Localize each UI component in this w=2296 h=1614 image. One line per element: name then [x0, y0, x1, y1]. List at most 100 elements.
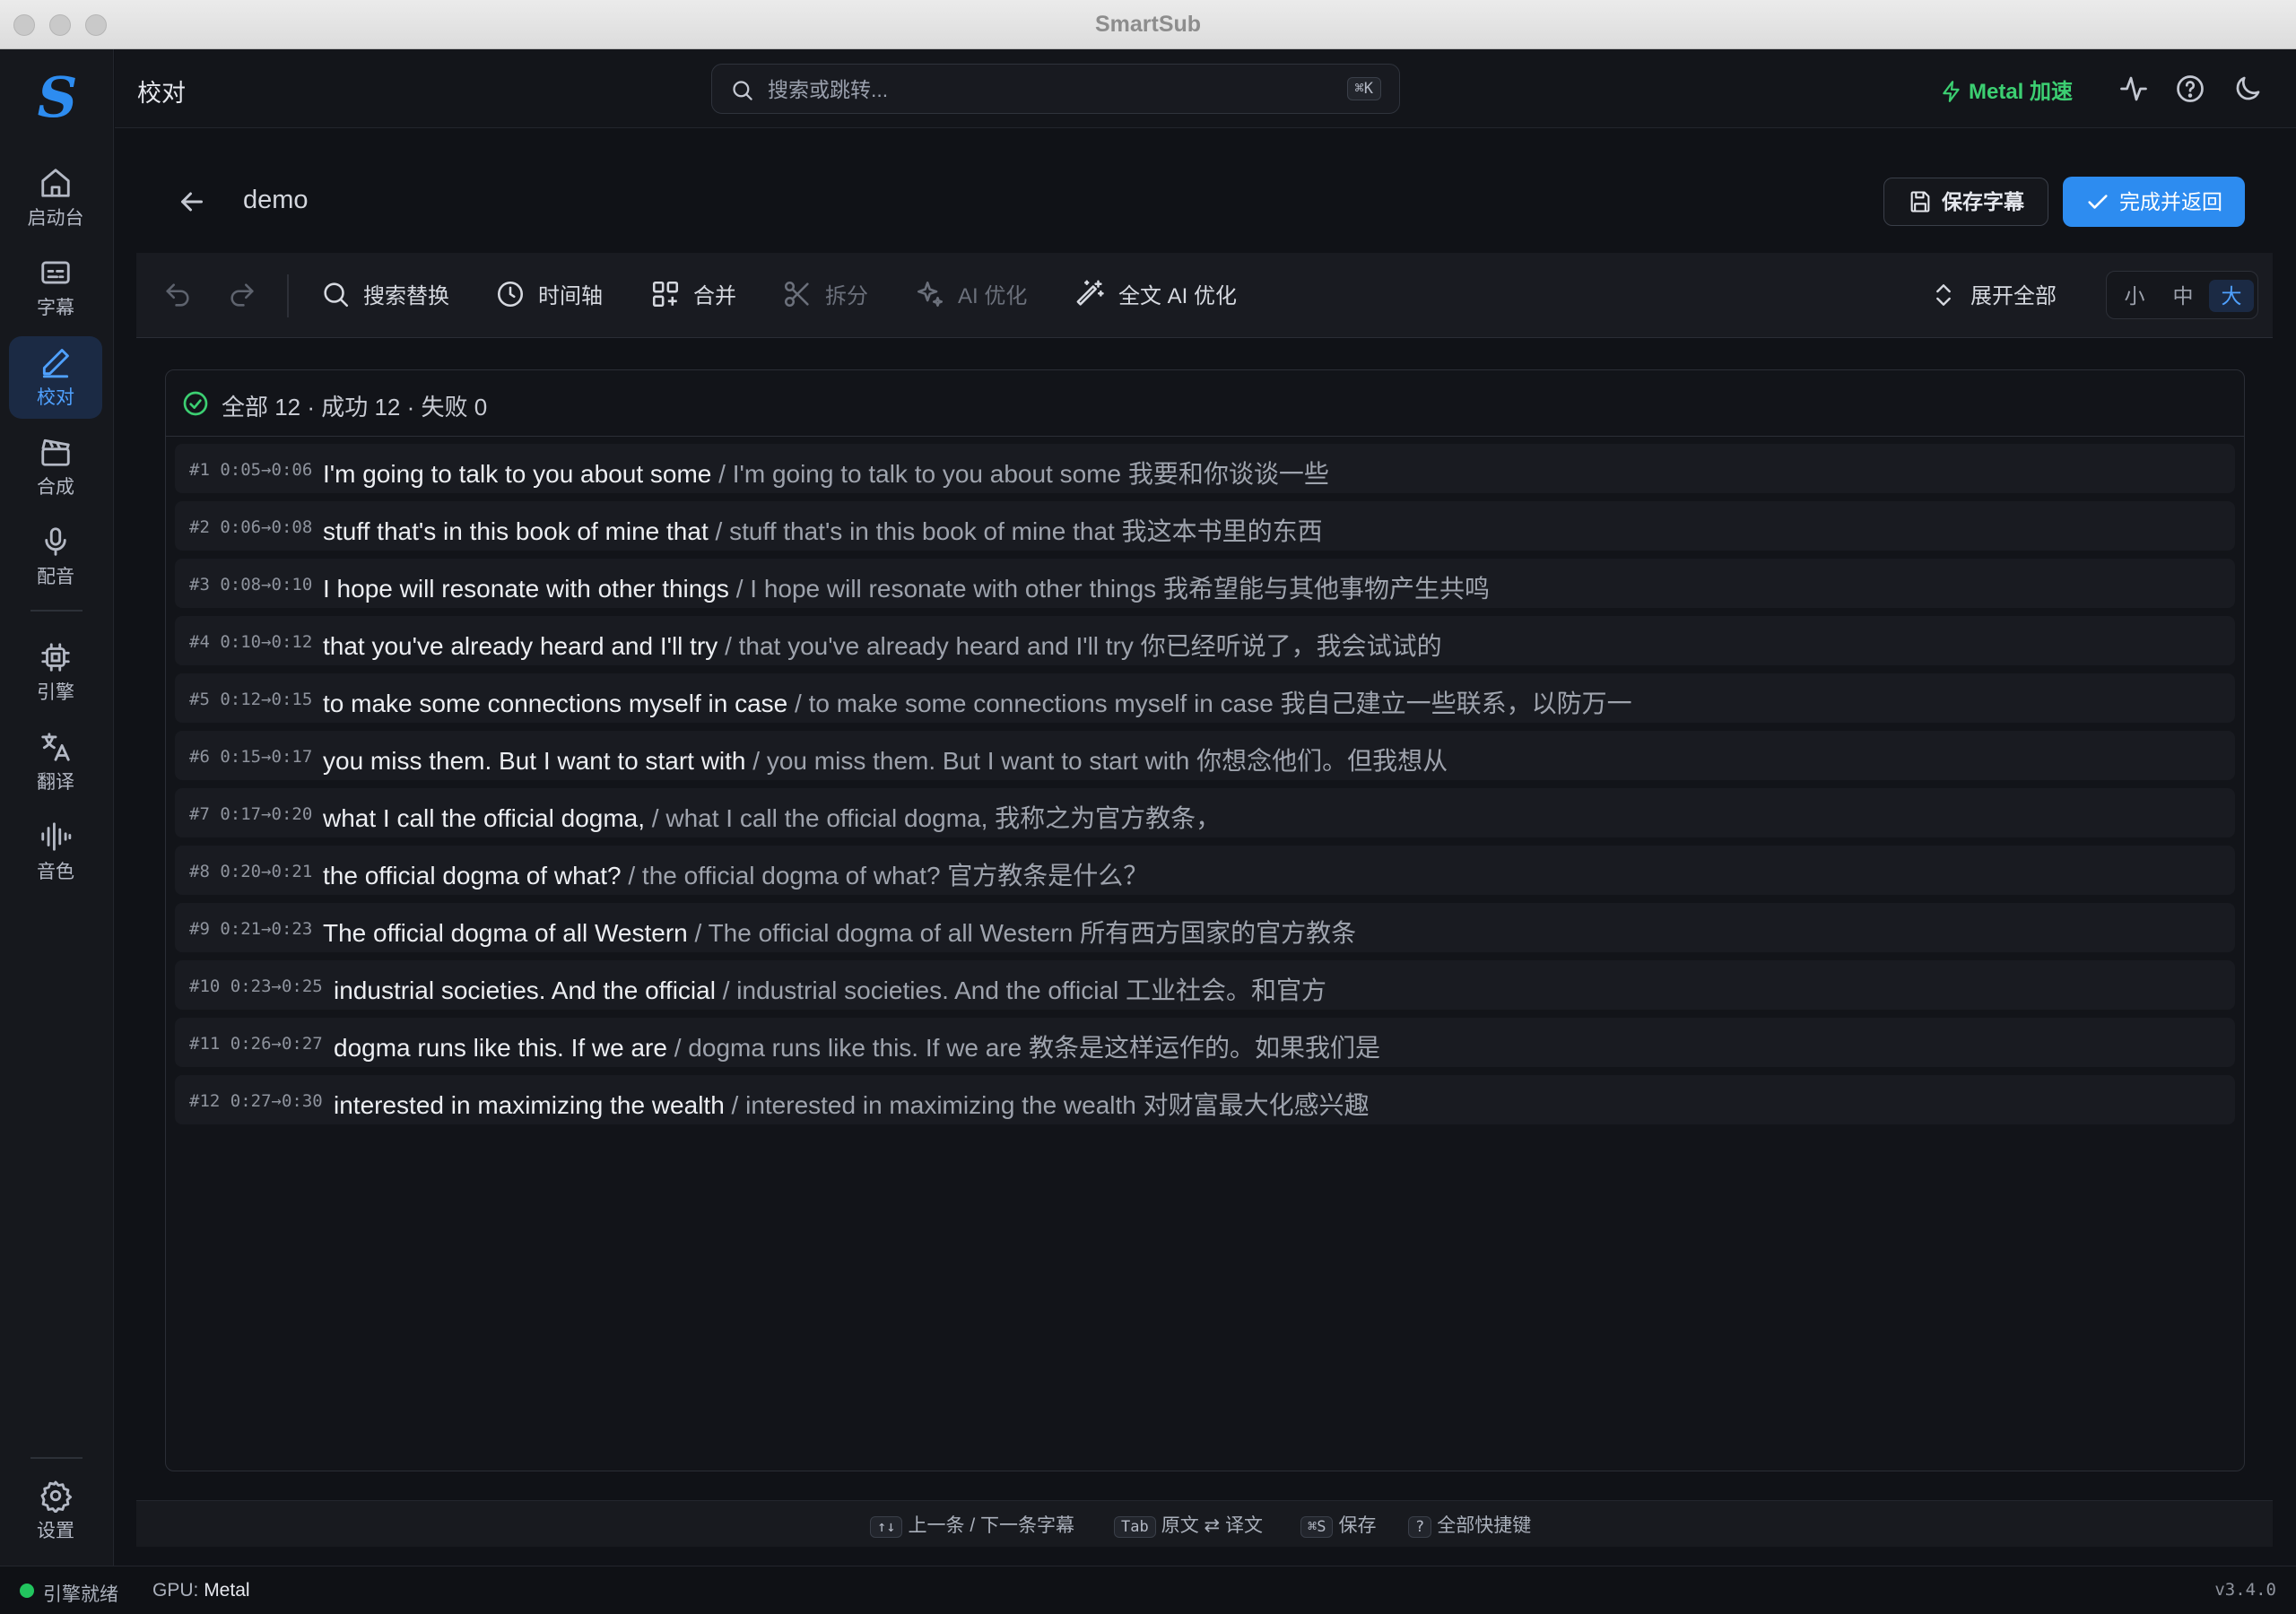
sidebar: S 启动台 字幕 校对 合成 配音 引擎 翻译 音色 设置 [0, 49, 114, 1566]
subtitle-row[interactable]: #12 0:27→0:30 interested in maximizing th… [175, 1075, 2235, 1124]
sidebar-item-engine[interactable]: 引擎 [9, 631, 102, 714]
subtitle-text[interactable]: stuff that's in this book of mine that /… [323, 512, 1323, 548]
font-size-medium-option[interactable]: 中 [2161, 280, 2205, 312]
subtitle-source-text: that you've already heard and I'll try [323, 632, 718, 660]
sidebar-item-label: 配音 [37, 567, 74, 587]
scissors-icon [784, 281, 809, 308]
sidebar-item-voice[interactable]: 音色 [9, 811, 102, 893]
search-replace-button[interactable]: 搜索替换 [320, 278, 449, 312]
subtitle-text[interactable]: I'm going to talk to you about some / I'… [323, 455, 1329, 490]
subtitle-meta: #7 0:17→0:20 [189, 804, 312, 824]
sidebar-item-translate[interactable]: 翻译 [9, 721, 102, 803]
subtitle-time: 0:27→0:30 [230, 1091, 323, 1111]
subtitle-row[interactable]: #1 0:05→0:06 I'm going to talk to you abo… [175, 444, 2235, 493]
subtitle-source-text: what I call the official dogma, [323, 804, 646, 832]
undo-icon[interactable] [162, 280, 193, 310]
subtitle-text[interactable]: you miss them. But I want to start with … [323, 742, 1448, 777]
subtitle-index: #4 [189, 632, 210, 652]
save-subtitles-button[interactable]: 保存字幕 [1883, 178, 2048, 226]
hint-all-shortcuts-label: 全部快捷键 [1437, 1515, 1532, 1536]
timeline-button[interactable]: 时间轴 [495, 278, 603, 312]
font-size-small-option[interactable]: 小 [2112, 280, 2157, 312]
hint-toggle: Tab 原文 ⇄ 译文 [1114, 1511, 1263, 1538]
sidebar-item-dubbing[interactable]: 配音 [9, 516, 102, 598]
subtitle-translation-text: / that you've already heard and I'll try… [725, 632, 1442, 660]
sidebar-item-settings[interactable]: 设置 [9, 1470, 102, 1552]
subtitle-row[interactable]: #7 0:17→0:20 what I call the official dog… [175, 788, 2235, 837]
font-size-large-option[interactable]: 大 [2209, 280, 2254, 312]
status-bar: 引擎就绪 GPU: Metal v3.4.0 [0, 1566, 2296, 1614]
ai-optimize-button[interactable]: AI 优化 [915, 278, 1027, 312]
merge-button[interactable]: 合并 [650, 278, 736, 312]
search-box[interactable]: ⌘K [711, 64, 1400, 114]
search-input[interactable] [768, 74, 1270, 106]
subtitle-time: 0:12→0:15 [220, 690, 313, 709]
subtitle-text[interactable]: interested in maximizing the wealth / in… [334, 1086, 1370, 1122]
help-icon[interactable] [2174, 73, 2206, 105]
sidebar-item-compose[interactable]: 合成 [9, 426, 102, 508]
sidebar-divider [30, 610, 83, 612]
subtitle-row[interactable]: #11 0:26→0:27 dogma runs like this. If we… [175, 1018, 2235, 1067]
search-icon [324, 282, 349, 308]
subtitle-translation-text: / interested in maximizing the wealth 对财… [731, 1091, 1370, 1119]
subtitle-index: #8 [189, 862, 210, 881]
subtitle-row[interactable]: #4 0:10→0:12 that you've already heard an… [175, 616, 2235, 665]
metal-acceleration-status[interactable]: Metal 加速 [1940, 74, 2073, 105]
subtitle-text[interactable]: what I call the official dogma, / what I… [323, 799, 1221, 835]
subtitle-meta: #9 0:21→0:23 [189, 919, 312, 939]
subtitle-index: #6 [189, 747, 210, 767]
check-circle-icon [183, 391, 208, 416]
subtitle-time: 0:26→0:27 [230, 1034, 323, 1054]
sparkles-icon [917, 281, 944, 308]
finish-and-return-label: 完成并返回 [2119, 190, 2222, 213]
subtitle-text[interactable]: industrial societies. And the official /… [334, 971, 1326, 1007]
full-ai-optimize-button[interactable]: 全文 AI 优化 [1075, 278, 1237, 312]
subtitle-row[interactable]: #3 0:08→0:10 I hope will resonate with ot… [175, 559, 2235, 608]
subtitle-source-text: I hope will resonate with other things [323, 575, 729, 603]
subtitle-row[interactable]: #10 0:23→0:25 industrial societies. And t… [175, 960, 2235, 1010]
subtitle-text[interactable]: to make some connections myself in case … [323, 684, 1632, 720]
subtitle-row[interactable]: #8 0:20→0:21 the official dogma of what? … [175, 846, 2235, 895]
subtitle-row[interactable]: #5 0:12→0:15 to make some connections mys… [175, 673, 2235, 723]
expand-all-button[interactable]: 展开全部 [1929, 278, 2057, 312]
subtitle-time: 0:05→0:06 [220, 460, 313, 480]
hint-all-shortcuts[interactable]: ? 全部快捷键 [1408, 1511, 1531, 1538]
subtitle-row[interactable]: #9 0:21→0:23 The official dogma of all We… [175, 903, 2235, 952]
subtitle-index: #12 [189, 1091, 221, 1111]
subtitle-text[interactable]: dogma runs like this. If we are / dogma … [334, 1028, 1380, 1064]
subtitle-row[interactable]: #6 0:15→0:17 you miss them. But I want to… [175, 731, 2235, 780]
translate-icon [41, 733, 70, 761]
hint-save-label: 保存 [1338, 1515, 1377, 1536]
subtitle-translation-text: / to make some connections myself in cas… [795, 690, 1632, 717]
redo-icon[interactable] [227, 280, 257, 310]
merge-icon [652, 281, 679, 308]
sidebar-item-subtitles[interactable]: 字幕 [9, 247, 102, 329]
clapperboard-icon [41, 438, 70, 466]
split-button[interactable]: 拆分 [782, 278, 868, 312]
subtitle-time: 0:20→0:21 [220, 862, 313, 881]
expand-all-label: 展开全部 [1970, 284, 2057, 308]
shortcut-hints-bar: ↑↓ 上一条 / 下一条字幕 Tab 原文 ⇄ 译文 ⌘S 保存 ? 全部快捷键 [136, 1500, 2273, 1547]
sidebar-item-proofread[interactable]: 校对 [9, 336, 102, 419]
subtitle-translation-text: / The official dogma of all Western 所有西方… [694, 919, 1357, 947]
chevrons-up-down-icon [1936, 284, 1951, 306]
subtitle-text[interactable]: the official dogma of what? / the offici… [323, 856, 1148, 892]
subtitle-source-text: to make some connections myself in case [323, 690, 788, 717]
subtitle-translation-text: / dogma runs like this. If we are 教条是这样运… [674, 1034, 1381, 1062]
subtitle-row[interactable]: #2 0:06→0:08 stuff that's in this book of… [175, 501, 2235, 551]
dark-mode-icon[interactable] [2231, 73, 2264, 105]
subtitle-source-text: dogma runs like this. If we are [334, 1034, 667, 1062]
subtitle-index: #10 [189, 976, 221, 996]
subtitle-meta: #4 0:10→0:12 [189, 632, 312, 652]
subtitle-text[interactable]: that you've already heard and I'll try /… [323, 627, 1442, 663]
activity-icon[interactable] [2118, 73, 2150, 105]
subtitle-list-panel: 全部 12 · 成功 12 · 失败 0 #1 0:05→0:06 I'm goi… [165, 369, 2245, 1471]
sidebar-item-label: 设置 [37, 1521, 74, 1541]
save-icon [1910, 191, 1930, 213]
subtitle-text[interactable]: I hope will resonate with other things /… [323, 569, 1490, 605]
finish-and-return-button[interactable]: 完成并返回 [2063, 177, 2245, 227]
subtitle-time: 0:17→0:20 [220, 804, 313, 824]
subtitle-text[interactable]: The official dogma of all Western / The … [323, 914, 1356, 950]
back-arrow-icon[interactable] [176, 186, 208, 218]
sidebar-item-launchpad[interactable]: 启动台 [9, 157, 102, 239]
